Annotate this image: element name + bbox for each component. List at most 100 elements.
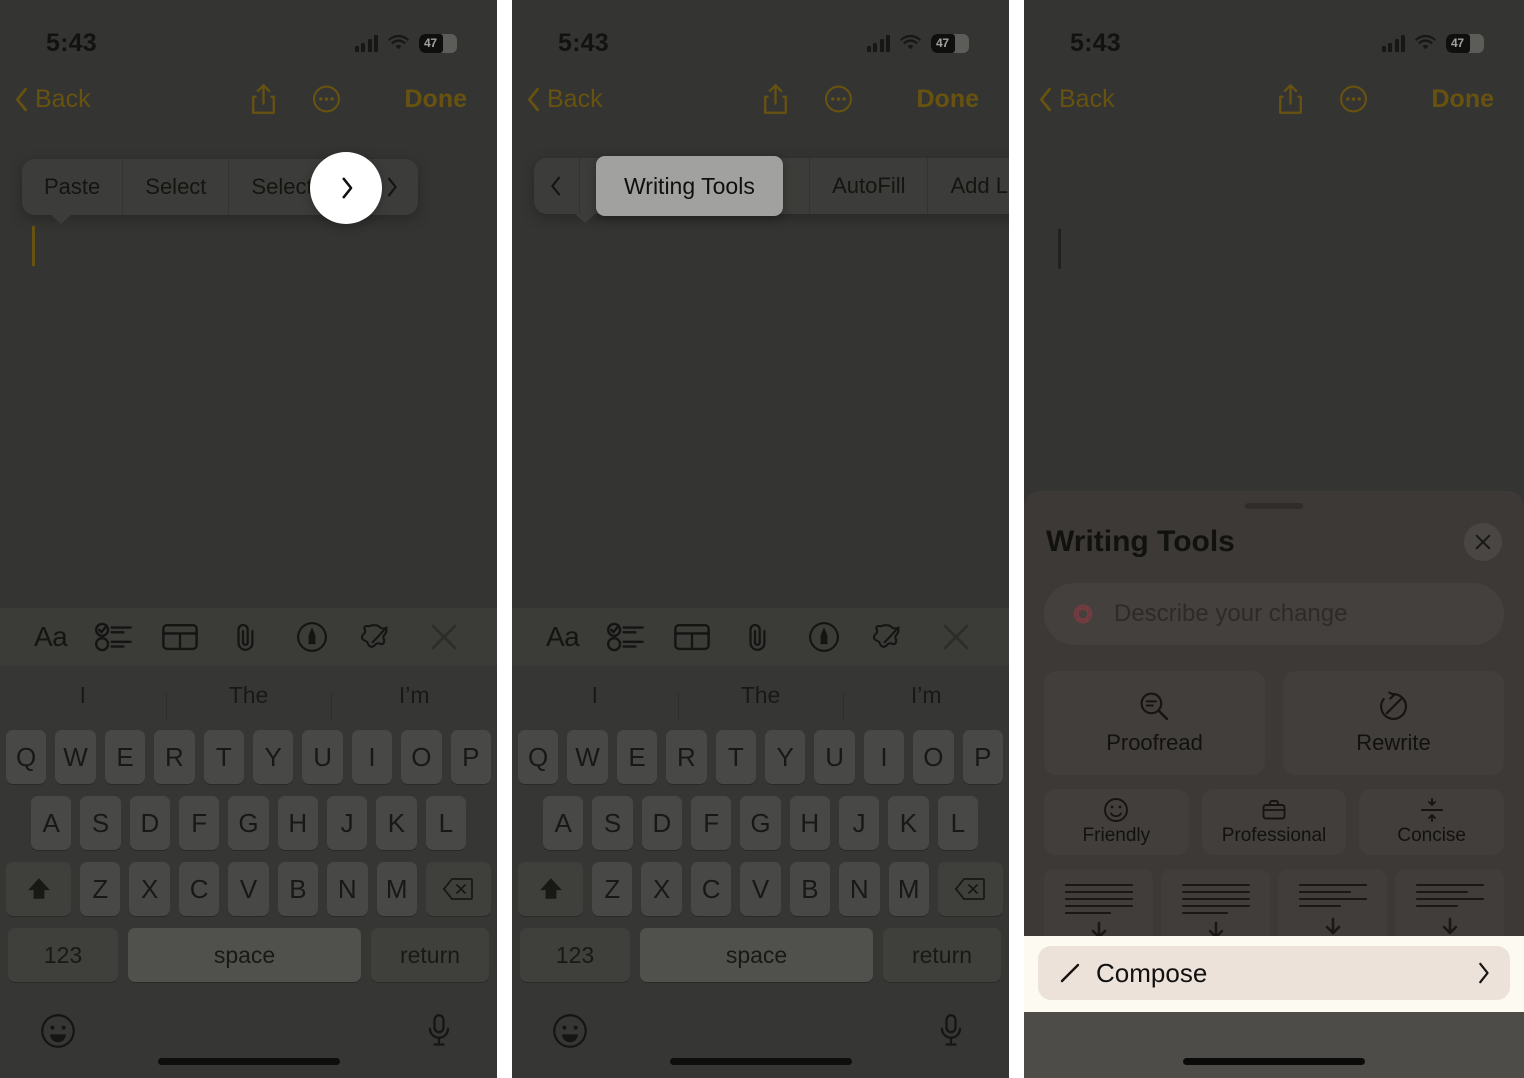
key-e[interactable]: E — [104, 730, 146, 784]
menu-item-paste[interactable]: Paste — [22, 159, 124, 215]
text-format-icon[interactable]: Aa — [34, 621, 68, 653]
numbers-key[interactable]: 123 — [8, 928, 118, 982]
highlighted-writing-tools-item[interactable]: Writing Tools — [596, 156, 783, 216]
share-icon[interactable] — [249, 83, 278, 115]
prediction-word[interactable]: I — [0, 682, 166, 709]
menu-prev-page-button[interactable] — [534, 158, 580, 214]
key-b[interactable]: B — [789, 862, 831, 916]
key-v[interactable]: V — [740, 862, 781, 916]
markup-pen-icon[interactable] — [293, 621, 331, 653]
close-button[interactable] — [1464, 523, 1502, 561]
prediction-word[interactable]: I — [512, 682, 678, 709]
back-button[interactable]: Back — [14, 85, 91, 114]
key-s[interactable]: S — [592, 796, 633, 850]
key-u[interactable]: U — [814, 730, 855, 784]
key-q[interactable]: Q — [5, 730, 47, 784]
key-c[interactable]: C — [690, 862, 732, 916]
key-c[interactable]: C — [178, 862, 220, 916]
key-z[interactable]: Z — [592, 862, 633, 916]
key-w[interactable]: W — [55, 730, 96, 784]
rewrite-button[interactable]: Rewrite — [1283, 671, 1504, 775]
emoji-smiley-icon[interactable] — [40, 1013, 76, 1049]
key-f[interactable]: F — [179, 796, 220, 850]
back-button[interactable]: Back — [526, 85, 603, 114]
apple-intelligence-wand-icon[interactable] — [359, 621, 397, 653]
key-h[interactable]: H — [277, 796, 318, 850]
table-icon[interactable] — [161, 621, 199, 653]
text-format-icon[interactable]: Aa — [546, 621, 580, 653]
paperclip-attach-icon[interactable] — [739, 621, 777, 653]
share-icon[interactable] — [761, 83, 790, 115]
key-m[interactable]: M — [888, 862, 929, 916]
tap-highlight-next-arrow[interactable] — [310, 152, 382, 224]
close-x-icon[interactable] — [425, 621, 463, 653]
key-y[interactable]: Y — [253, 730, 294, 784]
key-x[interactable]: X — [641, 862, 682, 916]
back-button[interactable]: Back — [1038, 85, 1115, 114]
key-x[interactable]: X — [129, 862, 170, 916]
done-button[interactable]: Done — [1432, 85, 1495, 114]
key-k[interactable]: K — [888, 796, 929, 850]
key-n[interactable]: N — [839, 862, 880, 916]
backspace-key-icon[interactable] — [425, 862, 491, 916]
key-b[interactable]: B — [277, 862, 319, 916]
key-s[interactable]: S — [80, 796, 121, 850]
key-d[interactable]: D — [641, 796, 682, 850]
more-ellipsis-icon[interactable] — [1339, 83, 1368, 115]
key-q[interactable]: Q — [517, 730, 559, 784]
microphone-icon[interactable] — [421, 1013, 457, 1049]
done-button[interactable]: Done — [917, 85, 980, 114]
key-d[interactable]: D — [129, 796, 170, 850]
key-h[interactable]: H — [789, 796, 830, 850]
key-f[interactable]: F — [691, 796, 732, 850]
describe-change-input[interactable]: Describe your change — [1044, 583, 1504, 645]
menu-item-add-link[interactable]: Add Link — [928, 158, 1009, 214]
share-icon[interactable] — [1276, 83, 1305, 115]
key-w[interactable]: W — [567, 730, 608, 784]
key-t[interactable]: T — [203, 730, 244, 784]
sheet-grabber-icon[interactable] — [1245, 503, 1303, 509]
emoji-smiley-icon[interactable] — [552, 1013, 588, 1049]
key-g[interactable]: G — [740, 796, 781, 850]
apple-intelligence-wand-icon[interactable] — [871, 621, 909, 653]
key-e[interactable]: E — [616, 730, 658, 784]
key-j[interactable]: J — [838, 796, 880, 850]
menu-item-autofill[interactable]: AutoFill — [810, 158, 929, 214]
space-key[interactable]: space — [128, 928, 361, 982]
key-j[interactable]: J — [326, 796, 368, 850]
proofread-button[interactable]: Proofread — [1044, 671, 1265, 775]
key-r[interactable]: R — [666, 730, 707, 784]
prediction-word[interactable]: I’m — [331, 682, 497, 720]
markup-pen-icon[interactable] — [805, 621, 843, 653]
compose-button[interactable]: Compose — [1038, 946, 1510, 1000]
paperclip-attach-icon[interactable] — [227, 621, 265, 653]
key-r[interactable]: R — [154, 730, 195, 784]
key-k[interactable]: K — [376, 796, 417, 850]
done-button[interactable]: Done — [405, 85, 468, 114]
backspace-key-icon[interactable] — [937, 862, 1003, 916]
prediction-word[interactable]: I’m — [843, 682, 1009, 720]
key-o[interactable]: O — [913, 730, 954, 784]
key-g[interactable]: G — [228, 796, 269, 850]
more-ellipsis-icon[interactable] — [824, 83, 853, 115]
close-x-icon[interactable] — [937, 621, 975, 653]
key-t[interactable]: T — [715, 730, 756, 784]
numbers-key[interactable]: 123 — [520, 928, 630, 982]
more-ellipsis-icon[interactable] — [312, 83, 341, 115]
return-key[interactable]: return — [883, 928, 1001, 982]
key-l[interactable]: L — [425, 796, 466, 850]
table-icon[interactable] — [673, 621, 711, 653]
shift-key-icon[interactable] — [6, 862, 72, 916]
menu-item-select[interactable]: Select — [123, 159, 230, 215]
checklist-icon[interactable] — [607, 621, 645, 653]
microphone-icon[interactable] — [933, 1013, 969, 1049]
return-key[interactable]: return — [371, 928, 489, 982]
key-n[interactable]: N — [327, 862, 368, 916]
key-m[interactable]: M — [376, 862, 417, 916]
key-u[interactable]: U — [302, 730, 343, 784]
key-v[interactable]: V — [228, 862, 269, 916]
key-a[interactable]: A — [543, 796, 584, 850]
key-i[interactable]: I — [863, 730, 905, 784]
space-key[interactable]: space — [640, 928, 873, 982]
key-p[interactable]: P — [962, 730, 1004, 784]
